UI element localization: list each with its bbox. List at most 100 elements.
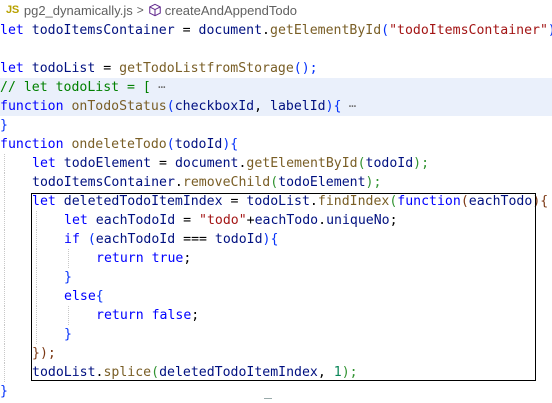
- token: return: [96, 251, 144, 266]
- token: todoItemsContainer: [32, 175, 175, 190]
- token: ){: [325, 99, 342, 114]
- folded-region-ellipsis[interactable]: ⋯: [151, 80, 165, 94]
- token: =: [174, 23, 199, 38]
- token: todoId: [174, 137, 223, 152]
- token: (: [381, 23, 390, 38]
- token: ===: [175, 232, 215, 247]
- token: =: [151, 156, 175, 171]
- indent-guide: [4, 363, 5, 382]
- token: splice: [103, 365, 152, 380]
- folded-region-ellipsis[interactable]: ⋯: [341, 99, 356, 113]
- token: {: [95, 289, 104, 304]
- code-line-8: let todoElement = document.getElementByI…: [0, 154, 552, 173]
- token: .: [318, 213, 327, 228]
- token: getTodoListfromStorage: [119, 61, 294, 76]
- token: eachTodoId: [95, 232, 176, 247]
- indent-guide: [4, 268, 5, 287]
- token: ){: [222, 137, 239, 152]
- indent-guide: [4, 306, 5, 325]
- token: deletedTodoItemIndex: [159, 365, 318, 380]
- token: }: [0, 118, 8, 133]
- code-line-14: }: [0, 268, 552, 287]
- code-line-19: todoList.splice(deletedTodoItemIndex, 1)…: [0, 363, 552, 382]
- indent-guide: [4, 211, 5, 230]
- token: ,: [254, 99, 270, 114]
- code-line-1: let todoItemsContainer = document.getEle…: [0, 21, 552, 40]
- token: deletedTodoItemIndex: [55, 194, 223, 209]
- token: document: [174, 156, 239, 171]
- token: ondeleteTodo: [63, 137, 167, 152]
- indent-guide: [4, 192, 5, 211]
- scroll-indicator: [264, 398, 272, 399]
- indent-guide: [4, 173, 5, 192]
- token: .: [174, 175, 183, 190]
- indent-guide: [4, 154, 5, 173]
- token: let: [32, 156, 56, 171]
- indent-guide: [68, 249, 69, 268]
- breadcrumb-separator: >: [136, 3, 144, 17]
- token: 1: [333, 365, 342, 380]
- code-line-4: // let todoList = [ ⋯: [0, 78, 552, 97]
- code-line-3: let todoList = getTodoListfromStorage();: [0, 59, 552, 78]
- token: ;: [191, 308, 200, 323]
- breadcrumb-file[interactable]: JS pg2_dynamically.js: [6, 3, 133, 18]
- token: (: [151, 365, 160, 380]
- token: }: [0, 384, 8, 399]
- token: (: [357, 156, 366, 171]
- token: =: [222, 194, 247, 209]
- token: (: [166, 99, 175, 114]
- indent-guide: [36, 325, 37, 344]
- token: todoList: [32, 365, 96, 380]
- code-line-16: return false;: [0, 306, 552, 325]
- token: "todoItemsContainer": [389, 23, 548, 38]
- indent-guide: [36, 230, 37, 249]
- code-line-11: let eachTodoId = "todo"+eachTodo.uniqueN…: [0, 211, 552, 230]
- token: uniqueNo: [326, 213, 390, 228]
- token: function: [397, 194, 461, 209]
- indent-guide: [36, 268, 37, 287]
- code-line-18: });: [0, 344, 552, 363]
- token: eachTodo: [254, 213, 319, 228]
- token: else: [64, 289, 96, 304]
- code-line-6: }: [0, 116, 552, 135]
- token: checkboxId: [174, 99, 255, 114]
- token: // let todoList = [: [0, 80, 151, 95]
- token: (: [166, 137, 175, 152]
- code-line-7: function ondeleteTodo(todoId){: [0, 135, 552, 154]
- code-line-13: return true;: [0, 249, 552, 268]
- indent-guide: [36, 249, 37, 268]
- indent-guide: [4, 287, 5, 306]
- token: true: [143, 251, 184, 266]
- code-line-5: function onTodoStatus(checkboxId, labelI…: [0, 97, 552, 116]
- token: ,: [317, 365, 334, 380]
- indent-guide: [4, 325, 5, 344]
- token: ();: [293, 61, 318, 76]
- token: );: [365, 175, 382, 190]
- token: todoElement: [55, 156, 152, 171]
- token: todoId: [214, 232, 263, 247]
- token: if: [64, 232, 80, 247]
- token: );: [548, 23, 552, 38]
- javascript-file-icon: JS: [6, 4, 19, 16]
- code-editor[interactable]: let todoItemsContainer = document. getEle…: [0, 21, 552, 403]
- token: );: [413, 156, 430, 171]
- code-line-20: }: [0, 382, 552, 401]
- token: getElementById: [270, 23, 382, 38]
- token: }: [64, 270, 72, 285]
- token: onTodoStatus: [63, 99, 167, 114]
- token: ){: [532, 194, 549, 209]
- indent-guide: [36, 306, 37, 325]
- code-line-17: }: [0, 325, 552, 344]
- token: todoList: [23, 61, 96, 76]
- token: removeChild: [182, 175, 271, 190]
- breadcrumb-symbol[interactable]: createAndAppendTodo: [148, 3, 297, 18]
- token: ){: [262, 232, 279, 247]
- token: let: [64, 213, 88, 228]
- token: findIndex: [317, 194, 390, 209]
- token: let: [0, 61, 24, 76]
- indent-guide: [4, 344, 5, 363]
- code-line-12: if (eachTodoId === todoId){: [0, 230, 552, 249]
- token: getElementById: [246, 156, 358, 171]
- token: todoId: [365, 156, 414, 171]
- token: "todo": [199, 213, 247, 228]
